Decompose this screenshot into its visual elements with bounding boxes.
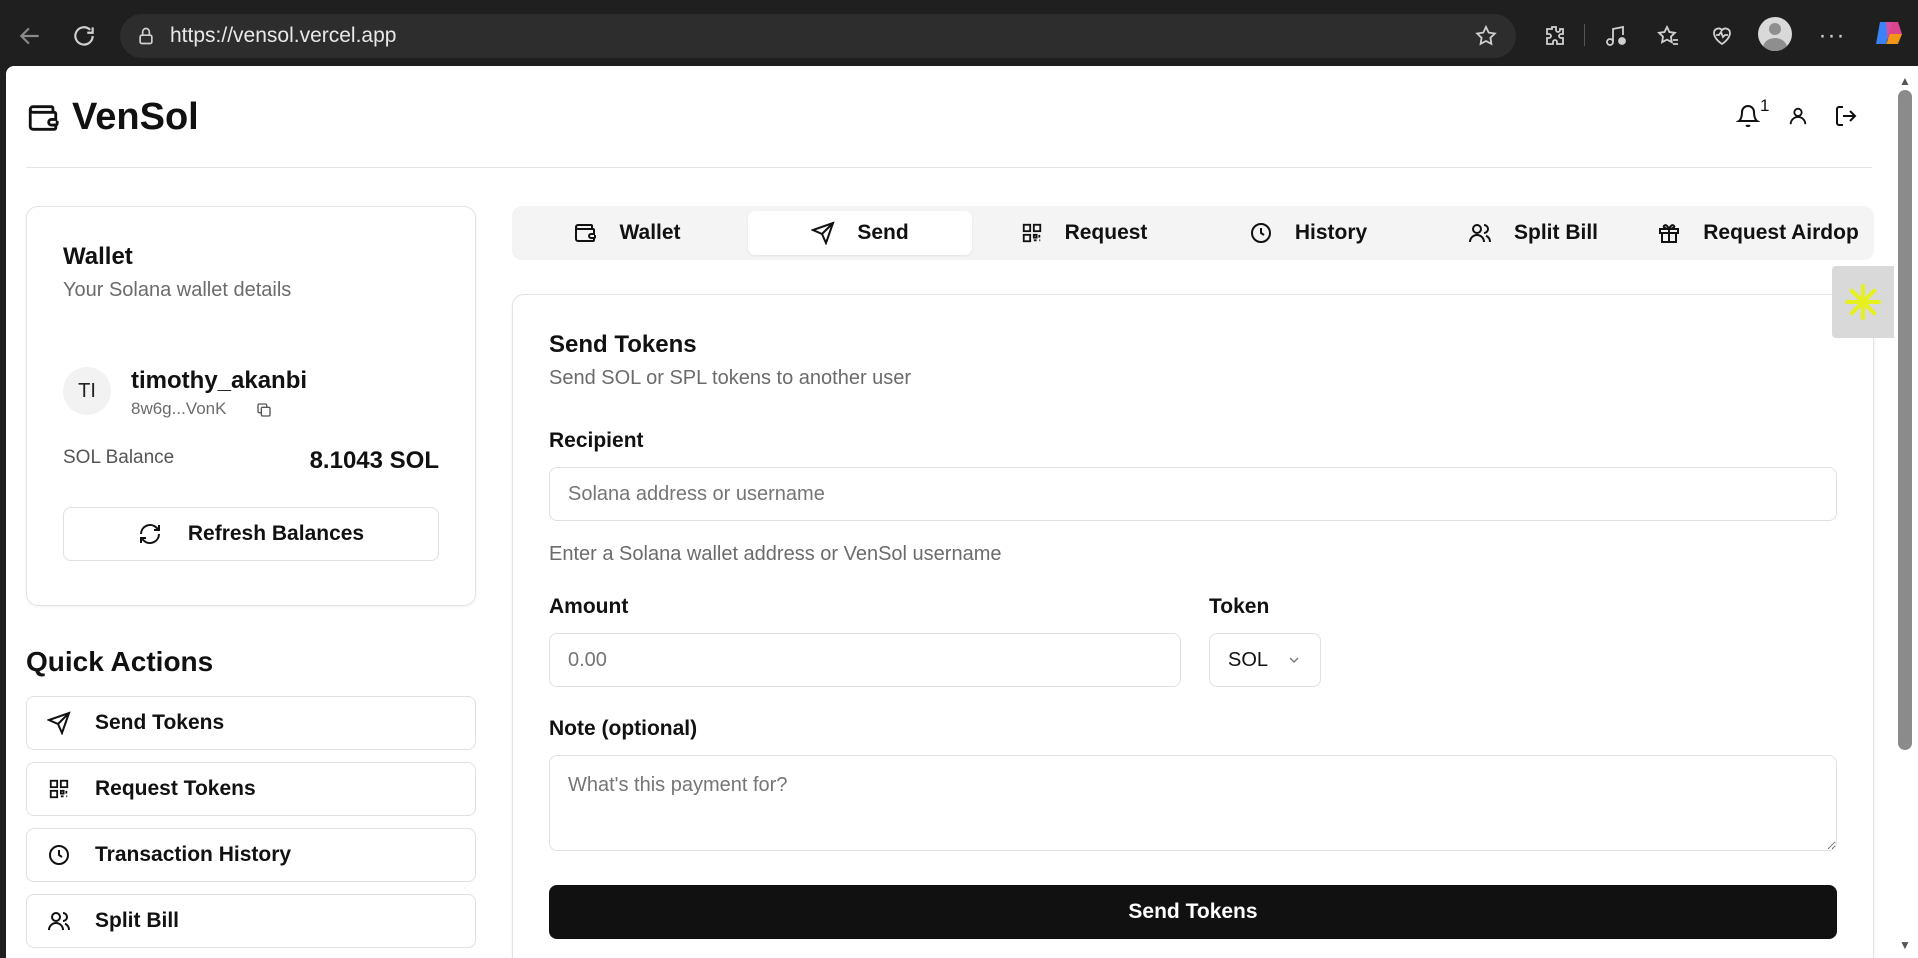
balance-label: SOL Balance bbox=[63, 447, 175, 468]
quick-action-send-tokens[interactable]: Send Tokens bbox=[26, 696, 476, 750]
quick-action-split-bill[interactable]: Split Bill bbox=[26, 894, 476, 948]
token-select[interactable]: SOL bbox=[1209, 633, 1321, 687]
send-icon bbox=[45, 711, 73, 735]
url-text: https://vensol.vercel.app bbox=[170, 24, 397, 47]
refresh-balances-label: Refresh Balances bbox=[187, 522, 365, 545]
tab-bar: Wallet Send Request History Split Bill R… bbox=[512, 206, 1874, 260]
assistant-widget-button[interactable] bbox=[1832, 266, 1894, 338]
brand-name: VenSol bbox=[72, 96, 199, 138]
tab-request-airdop[interactable]: Request Airdop bbox=[1646, 211, 1870, 255]
quick-action-label: Split Bill bbox=[95, 909, 179, 932]
scroll-down-icon[interactable]: ▼ bbox=[1898, 938, 1912, 952]
token-select-value: SOL bbox=[1228, 648, 1269, 671]
tab-label: Wallet bbox=[619, 221, 681, 244]
username: timothy_akanbi bbox=[131, 367, 308, 394]
extensions-icon[interactable] bbox=[1536, 18, 1572, 54]
avatar: TI bbox=[63, 367, 111, 415]
address-bar[interactable]: https://vensol.vercel.app bbox=[120, 14, 1516, 58]
token-label: Token bbox=[1209, 595, 1270, 618]
star-icon[interactable] bbox=[1468, 18, 1504, 54]
note-textarea[interactable] bbox=[549, 755, 1837, 851]
clock-icon bbox=[45, 843, 73, 867]
refresh-icon bbox=[138, 522, 162, 546]
media-icon[interactable] bbox=[1598, 18, 1634, 54]
send-tokens-card: Send Tokens Send SOL or SPL tokens to an… bbox=[512, 294, 1874, 958]
wallet-icon bbox=[573, 221, 597, 245]
tab-label: Request bbox=[1064, 221, 1148, 244]
scroll-up-icon[interactable]: ▲ bbox=[1898, 74, 1912, 88]
users-icon bbox=[45, 909, 73, 933]
quick-action-label: Send Tokens bbox=[95, 711, 225, 734]
recipient-input[interactable] bbox=[549, 467, 1837, 521]
send-card-title: Send Tokens bbox=[549, 331, 697, 358]
wallet-address: 8w6g...VonK bbox=[131, 399, 227, 418]
send-tokens-button[interactable]: Send Tokens bbox=[549, 885, 1837, 939]
send-card-subtitle: Send SOL or SPL tokens to another user bbox=[549, 367, 912, 389]
tab-send[interactable]: Send bbox=[748, 211, 972, 255]
tab-label: Send bbox=[857, 221, 909, 244]
app-header: VenSol 1 bbox=[26, 66, 1872, 168]
toolbar-divider bbox=[1584, 24, 1585, 46]
favorites-icon[interactable] bbox=[1650, 18, 1686, 54]
wallet-card-title: Wallet bbox=[63, 243, 133, 270]
quick-actions-title: Quick Actions bbox=[26, 646, 214, 677]
chevron-down-icon bbox=[1286, 652, 1302, 668]
health-icon[interactable] bbox=[1704, 18, 1740, 54]
gift-icon bbox=[1657, 221, 1681, 245]
quick-action-label: Request Tokens bbox=[95, 777, 256, 800]
tab-label: Split Bill bbox=[1514, 221, 1598, 244]
user-icon[interactable] bbox=[1780, 98, 1816, 134]
amount-label: Amount bbox=[549, 595, 629, 618]
send-icon bbox=[811, 221, 835, 245]
note-label: Note (optional) bbox=[549, 717, 698, 740]
reload-icon[interactable] bbox=[66, 18, 102, 54]
wallet-icon bbox=[26, 101, 60, 135]
balance-value: 8.1043 SOL bbox=[309, 447, 439, 474]
refresh-balances-button[interactable]: Refresh Balances bbox=[63, 507, 439, 561]
amount-input[interactable] bbox=[549, 633, 1181, 687]
clock-icon bbox=[1249, 221, 1273, 245]
wallet-card: Wallet Your Solana wallet details TI tim… bbox=[26, 206, 476, 606]
users-icon bbox=[1468, 221, 1492, 245]
browser-toolbar: https://vensol.vercel.app ··· bbox=[0, 0, 1918, 66]
tab-split-bill[interactable]: Split Bill bbox=[1420, 211, 1646, 255]
tab-label: History bbox=[1294, 221, 1368, 244]
quick-action-transaction-history[interactable]: Transaction History bbox=[26, 828, 476, 882]
more-icon[interactable]: ··· bbox=[1814, 18, 1850, 54]
recipient-label: Recipient bbox=[549, 429, 644, 452]
quick-action-label: Transaction History bbox=[95, 843, 292, 866]
scroll-thumb[interactable] bbox=[1898, 90, 1912, 750]
send-tokens-button-label: Send Tokens bbox=[1128, 900, 1258, 923]
page: VenSol 1 Wallet Your Solana wallet detai… bbox=[6, 66, 1894, 958]
notification-count: 1 bbox=[1760, 96, 1770, 115]
quick-action-request-tokens[interactable]: Request Tokens bbox=[26, 762, 476, 816]
copilot-icon[interactable] bbox=[1872, 16, 1906, 50]
copy-icon[interactable] bbox=[253, 399, 275, 421]
lock-icon[interactable] bbox=[128, 18, 164, 54]
recipient-hint: Enter a Solana wallet address or VenSol … bbox=[549, 543, 1002, 565]
sparkle-icon bbox=[1843, 282, 1883, 322]
wallet-card-subtitle: Your Solana wallet details bbox=[63, 279, 292, 301]
tab-label: Request Airdop bbox=[1703, 221, 1859, 244]
tab-request[interactable]: Request bbox=[972, 211, 1196, 255]
tab-history[interactable]: History bbox=[1196, 211, 1420, 255]
qr-icon bbox=[1021, 222, 1043, 244]
back-icon[interactable] bbox=[12, 18, 48, 54]
logout-icon[interactable] bbox=[1828, 98, 1864, 134]
qr-icon bbox=[45, 778, 73, 800]
tab-wallet[interactable]: Wallet bbox=[517, 211, 737, 255]
profile-icon[interactable] bbox=[1758, 17, 1792, 51]
brand-logo[interactable]: VenSol bbox=[26, 96, 199, 139]
